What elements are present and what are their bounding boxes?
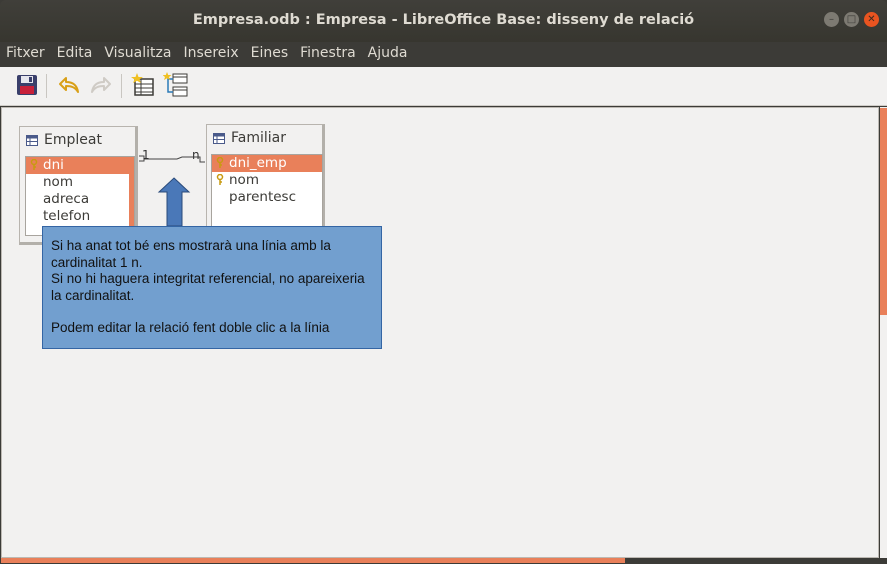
- window-controls: – □ ✕: [824, 12, 879, 27]
- save-icon: [17, 75, 37, 95]
- vertical-scroll-thumb[interactable]: [880, 108, 887, 315]
- menu-fitxer[interactable]: Fitxer: [0, 42, 51, 67]
- cardinality-right: n: [192, 148, 200, 162]
- menu-eines[interactable]: Eines: [245, 42, 295, 67]
- menu-insereix[interactable]: Insereix: [177, 42, 244, 67]
- note-line: Si ha anat tot bé ens mostrarà una línia…: [51, 238, 331, 270]
- new-relation-button[interactable]: [163, 72, 189, 98]
- add-tables-button[interactable]: [130, 72, 156, 98]
- close-icon[interactable]: ✕: [864, 12, 879, 27]
- toolbar: [0, 67, 887, 106]
- cardinality-left: 1: [142, 148, 150, 162]
- redo-icon: [91, 77, 111, 93]
- toolbar-separator: [121, 74, 122, 98]
- title-bar: Empresa.odb : Empresa - LibreOffice Base…: [0, 0, 887, 42]
- note-line: Podem editar la relació fent doble clic …: [51, 320, 330, 335]
- redo-button[interactable]: [88, 72, 114, 98]
- menu-bar: Fitxer Edita Visualitza Insereix Eines F…: [0, 42, 887, 67]
- save-button[interactable]: [14, 72, 40, 98]
- maximize-icon[interactable]: □: [844, 12, 859, 27]
- window-title: Empresa.odb : Empresa - LibreOffice Base…: [192, 12, 695, 28]
- relation-icon: [163, 72, 188, 97]
- annotation-note: Si ha anat tot bé ens mostrarà una línia…: [42, 226, 382, 349]
- menu-finestra[interactable]: Finestra: [294, 42, 362, 67]
- minimize-icon[interactable]: –: [824, 12, 839, 27]
- menu-visualitza[interactable]: Visualitza: [98, 42, 177, 67]
- undo-icon: [59, 77, 79, 93]
- add-table-icon: [131, 73, 154, 96]
- undo-button[interactable]: [56, 72, 82, 98]
- toolbar-separator: [46, 74, 47, 98]
- menu-edita[interactable]: Edita: [51, 42, 99, 67]
- arrow-up-icon: [157, 177, 191, 227]
- horizontal-scroll-thumb[interactable]: [1, 558, 625, 563]
- menu-ajuda[interactable]: Ajuda: [362, 42, 414, 67]
- note-line: Si no hi haguera integritat referencial,…: [51, 271, 365, 303]
